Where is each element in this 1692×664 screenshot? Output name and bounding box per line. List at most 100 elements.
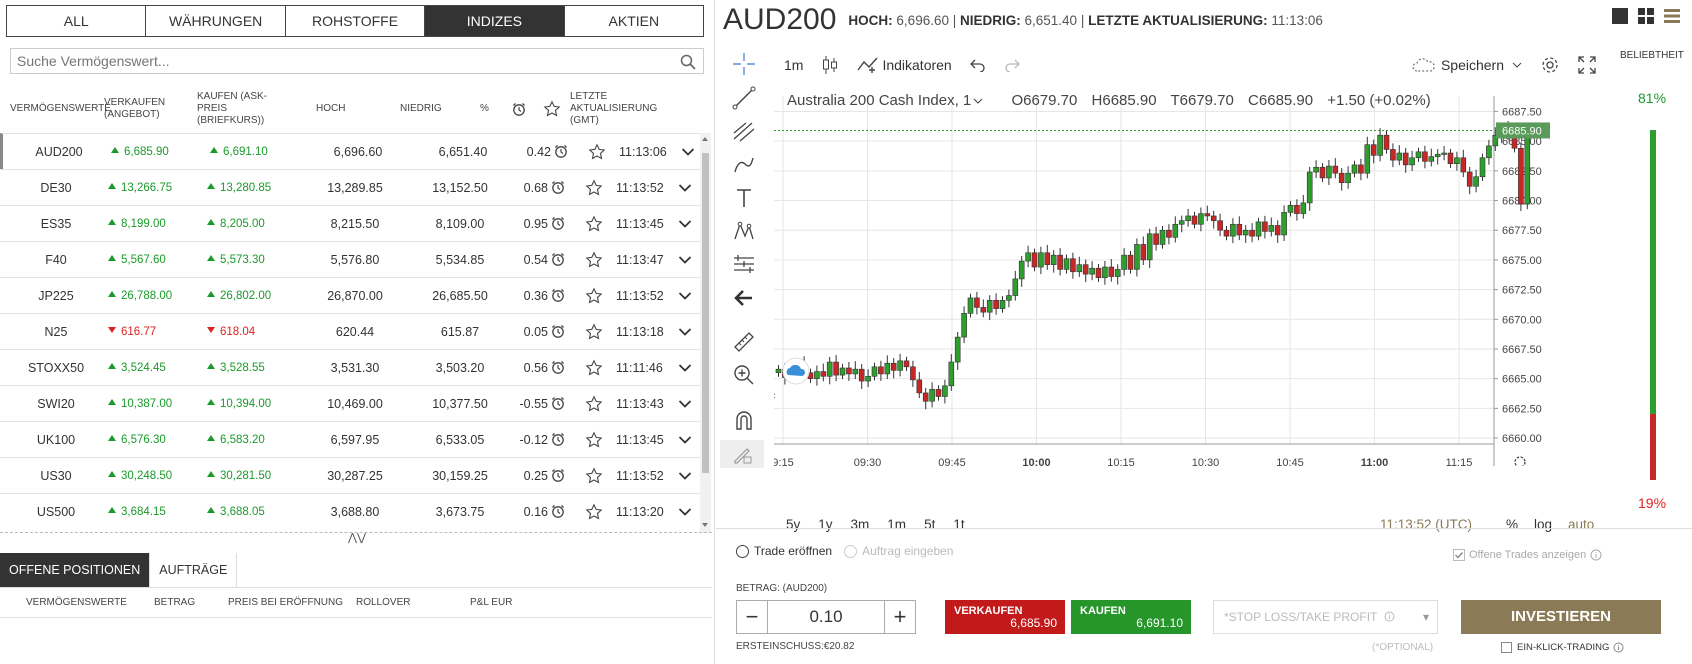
ask-price[interactable]: 3,528.55 <box>207 350 297 386</box>
star-icon[interactable] <box>585 314 609 350</box>
star-icon[interactable] <box>585 350 609 386</box>
amount-input[interactable]: 0.10 <box>767 601 885 633</box>
list-layout-icon[interactable] <box>1664 8 1680 24</box>
decrement-button[interactable]: − <box>737 601 767 633</box>
instrument-row[interactable]: AUD200 6,685.90 6,691.10 6,696.60 6,651.40 0.… <box>0 133 700 169</box>
save-button[interactable]: Speichern <box>1411 57 1522 73</box>
ask-price[interactable]: 26,802.00 <box>207 278 297 314</box>
instrument-row[interactable]: F40 5,567.60 5,573.30 5,576.80 5,534.85 0.54 1… <box>0 241 700 277</box>
tab-stocks[interactable]: AKTIEN <box>564 6 704 36</box>
instrument-name[interactable]: DE30 <box>0 170 112 206</box>
col-sell[interactable]: VERKAUFEN (ANGEBOT) <box>104 84 165 134</box>
instrument-name[interactable]: STOXX50 <box>0 350 112 386</box>
alarm-clock-icon[interactable] <box>550 278 574 314</box>
instrument-name[interactable]: US500 <box>0 494 112 528</box>
alarm-clock-icon[interactable] <box>550 422 574 458</box>
alarm-clock-icon[interactable] <box>550 242 574 278</box>
brush-icon[interactable] <box>730 150 758 178</box>
bid-price[interactable]: 13,266.75 <box>108 170 198 206</box>
ruler-icon[interactable] <box>730 328 758 356</box>
bid-price[interactable]: 5,567.60 <box>108 242 198 278</box>
alarm-clock-icon[interactable] <box>550 494 574 528</box>
instrument-name[interactable]: AUD200 <box>3 134 115 170</box>
alarm-clock-icon[interactable] <box>550 170 574 206</box>
stop-loss-take-profit-select[interactable]: *STOP LOSS/TAKE PROFIT ▾ <box>1213 600 1438 634</box>
candle-type-icon[interactable] <box>821 55 839 75</box>
ask-price[interactable]: 8,205.00 <box>207 206 297 242</box>
tab-all[interactable]: ALL <box>7 6 147 36</box>
search-input[interactable] <box>11 49 671 73</box>
instrument-name[interactable]: F40 <box>0 242 112 278</box>
alarm-clock-icon[interactable] <box>553 134 577 170</box>
star-icon[interactable] <box>585 422 609 458</box>
instrument-row[interactable]: STOXX50 3,524.45 3,528.55 3,531.30 3,503.20 0… <box>0 349 700 385</box>
pattern-tool-icon[interactable] <box>730 217 758 245</box>
zoom-in-icon[interactable] <box>730 361 758 389</box>
measure-tool-icon[interactable] <box>730 250 758 278</box>
ask-price[interactable]: 6,583.20 <box>207 422 297 458</box>
ask-price[interactable]: 30,281.50 <box>207 458 297 494</box>
one-click-trading[interactable]: EIN-KLICK-TRADING <box>1501 642 1624 653</box>
settings-gear-icon[interactable] <box>1540 55 1560 75</box>
order-enter-option[interactable]: Auftrag eingeben <box>844 544 953 558</box>
panel-splitter[interactable]: ⋀⋁ <box>0 532 712 544</box>
instrument-row[interactable]: SWI20 10,387.00 10,394.00 10,469.00 10,377.5… <box>0 385 700 421</box>
alarm-clock-icon[interactable] <box>550 386 574 422</box>
increment-button[interactable]: + <box>885 601 915 633</box>
instrument-row[interactable]: DE30 13,266.75 13,280.85 13,289.85 13,152.50… <box>0 169 700 205</box>
indicators-button[interactable]: Indikatoren <box>857 56 952 74</box>
alarm-clock-icon[interactable] <box>550 314 574 350</box>
star-icon[interactable] <box>585 242 609 278</box>
ask-price[interactable]: 5,573.30 <box>207 242 297 278</box>
scrollbar-thumb[interactable] <box>702 153 709 473</box>
trade-open-label[interactable]: Trade eröffnen <box>754 544 832 558</box>
fib-tool-icon[interactable] <box>730 117 758 145</box>
bid-price[interactable]: 26,788.00 <box>108 278 198 314</box>
instrument-name[interactable]: SWI20 <box>0 386 112 422</box>
tab-commodities[interactable]: ROHSTOFFE <box>285 6 426 36</box>
ask-price[interactable]: 13,280.85 <box>207 170 297 206</box>
sell-button[interactable]: VERKAUFEN 6,685.90 <box>945 600 1065 634</box>
col-last-update[interactable]: LETZTE AKTUALISIERUNG (GMT) <box>570 84 660 134</box>
bid-price[interactable]: 10,387.00 <box>108 386 198 422</box>
order-enter-radio[interactable] <box>844 544 858 558</box>
bid-price[interactable]: 8,199.00 <box>108 206 198 242</box>
star-icon[interactable] <box>585 458 609 494</box>
bid-price[interactable]: 3,684.15 <box>108 494 198 528</box>
text-tool-icon[interactable] <box>730 184 758 212</box>
instrument-row[interactable]: JP225 26,788.00 26,802.00 26,870.00 26,685.5… <box>0 277 700 313</box>
tab-open-positions[interactable]: OFFENE POSITIONEN <box>0 553 151 587</box>
chevron-down-icon[interactable] <box>678 498 698 528</box>
instrument-row[interactable]: US30 30,248.50 30,281.50 30,287.25 30,159.25… <box>0 457 700 493</box>
lock-drawings-icon[interactable] <box>720 440 764 468</box>
instrument-name[interactable]: UK100 <box>0 422 112 458</box>
price-chart[interactable]: 6687.506685.006682.506680.006677.506675.… <box>774 96 1558 466</box>
bid-price[interactable]: 30,248.50 <box>108 458 198 494</box>
splitter-grip-icon[interactable]: ⋀⋁ <box>348 531 366 544</box>
instrument-row[interactable]: UK100 6,576.30 6,583.20 6,597.95 6,533.05 -0.… <box>0 421 700 457</box>
alarm-clock-icon[interactable] <box>550 458 574 494</box>
col-buy[interactable]: KAUFEN (ASK-PREIS (BRIEFKURS)) <box>197 84 277 134</box>
instrument-row[interactable]: ES35 8,199.00 8,205.00 8,215.50 8,109.00 0.95… <box>0 205 700 241</box>
ask-price[interactable]: 6,691.10 <box>210 134 300 170</box>
tab-indices[interactable]: INDIZES <box>425 6 565 36</box>
invest-button[interactable]: INVESTIEREN <box>1461 600 1661 634</box>
tab-currencies[interactable]: WÄHRUNGEN <box>146 6 286 36</box>
legend-instrument[interactable]: Australia 200 Cash Index, 1 <box>787 92 983 109</box>
search-icon[interactable] <box>679 53 697 71</box>
instrument-name[interactable]: N25 <box>0 314 112 350</box>
bid-price[interactable]: 6,685.90 <box>111 134 201 170</box>
bid-price[interactable]: 616.77 <box>108 314 198 350</box>
col-high[interactable]: HOCH <box>316 84 356 134</box>
single-layout-icon[interactable] <box>1612 8 1628 24</box>
axis-settings-icon[interactable] <box>1514 456 1526 466</box>
col-asset[interactable]: VERMÖGENSWERTE <box>10 84 111 134</box>
star-icon[interactable] <box>585 278 609 314</box>
star-icon[interactable] <box>588 134 612 170</box>
instrument-row[interactable]: N25 616.77 618.04 620.44 615.87 0.05 11:13:18 <box>0 313 700 349</box>
star-icon[interactable] <box>585 170 609 206</box>
star-icon[interactable] <box>585 206 609 242</box>
crosshair-icon[interactable] <box>730 50 758 78</box>
instrument-name[interactable]: ES35 <box>0 206 112 242</box>
col-low[interactable]: NIEDRIG <box>400 84 450 134</box>
